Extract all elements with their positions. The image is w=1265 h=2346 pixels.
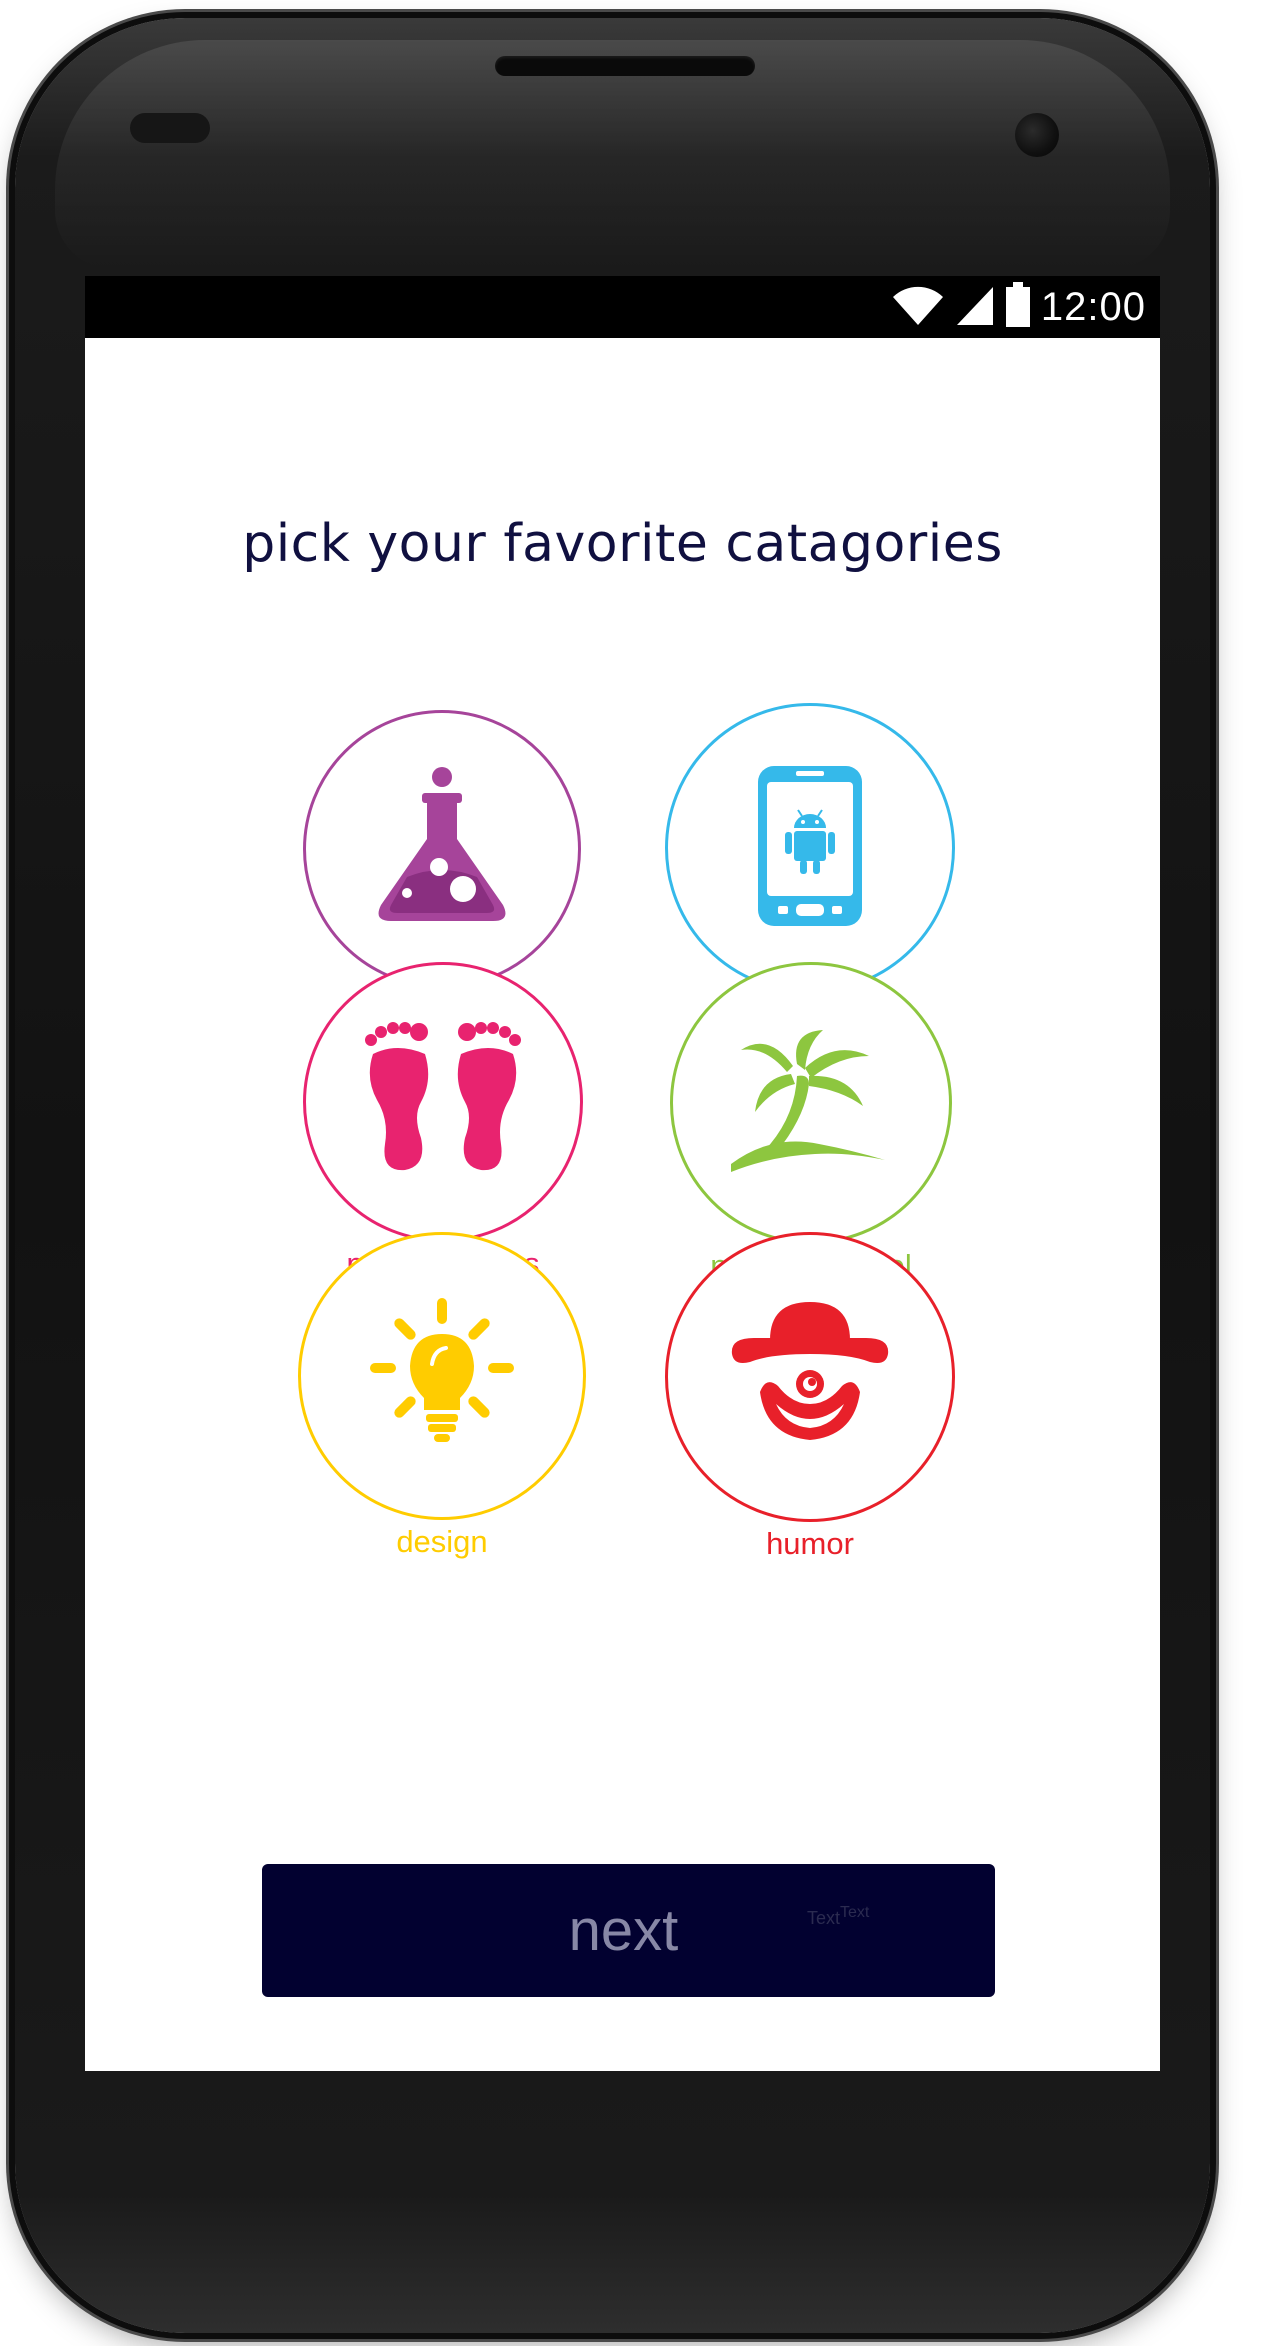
app-screen: 12:00 pick your favorite catagories desi…: [85, 276, 1160, 2071]
android-phone-icon: [758, 765, 862, 931]
category-ring[interactable]: [665, 1232, 955, 1522]
battery-icon: [1005, 281, 1031, 333]
overlay-text-sup: Text: [840, 1904, 870, 1921]
category-ring[interactable]: [303, 710, 581, 988]
next-button-label: next: [568, 1898, 679, 1963]
status-bar: 12:00: [85, 276, 1160, 338]
palm-tree-icon: [731, 1026, 891, 1181]
category-design[interactable]: design: [292, 1232, 592, 1560]
footprints-icon: [363, 1020, 523, 1185]
category-humor[interactable]: humor: [660, 1232, 960, 1562]
category-label: humor: [766, 1526, 854, 1561]
lightbulb-icon: [362, 1294, 522, 1459]
category-ring[interactable]: [665, 703, 955, 993]
category-ring[interactable]: [303, 962, 583, 1242]
signal-icon: [955, 283, 995, 332]
wifi-icon: [891, 283, 945, 332]
earpiece-speaker: [495, 56, 755, 76]
phone-frame: 12:00 pick your favorite catagories desi…: [15, 18, 1210, 2333]
status-time: 12:00: [1040, 284, 1146, 329]
proximity-sensor: [130, 113, 210, 143]
front-camera: [1015, 113, 1059, 157]
overlay-text-base: Text: [807, 1908, 841, 1928]
category-ring[interactable]: [670, 962, 952, 1244]
page-title: pick your favorite catagories: [242, 514, 1003, 574]
clown-icon: [730, 1300, 890, 1455]
category-label: design: [396, 1524, 488, 1559]
device-mockup: 12:00 pick your favorite catagories desi…: [0, 0, 1265, 2346]
category-ring[interactable]: [298, 1232, 586, 1520]
next-button[interactable]: next TextText: [262, 1864, 995, 1997]
overlay-placeholder-text: TextText: [807, 1904, 869, 1929]
flask-icon: [367, 766, 517, 932]
